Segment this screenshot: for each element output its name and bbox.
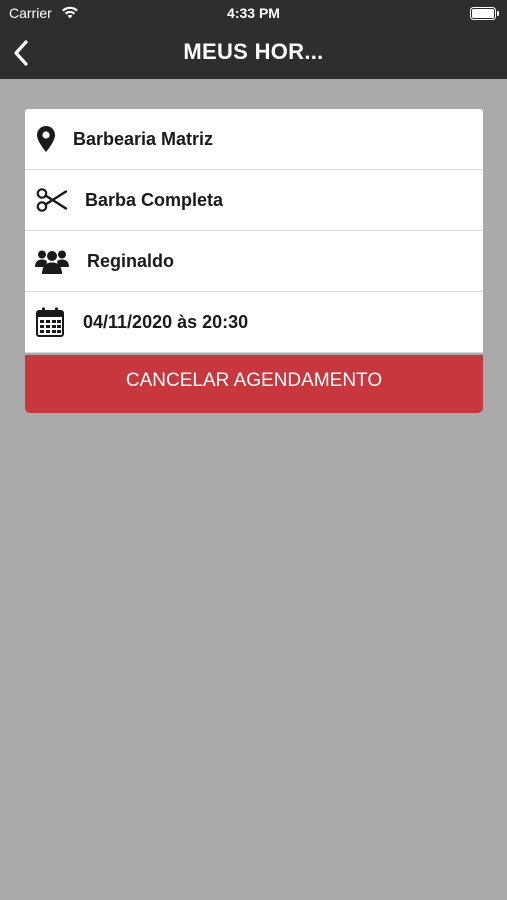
top-bar: Carrier 4:33 PM MEUS HOR...: [0, 0, 507, 79]
status-bar: Carrier 4:33 PM: [0, 0, 507, 28]
professional-label: Reginaldo: [87, 251, 175, 271]
map-pin-icon: [35, 109, 57, 169]
datetime-label: 04/11/2020 às 20:30: [83, 312, 249, 332]
location-row: Barbearia Matriz: [25, 109, 483, 170]
battery-icon: [470, 7, 499, 20]
datetime-row: 04/11/2020 às 20:30: [25, 292, 483, 353]
nav-bar: MEUS HOR...: [0, 28, 507, 79]
service-label: Barba Completa: [85, 190, 224, 210]
location-label: Barbearia Matriz: [73, 129, 214, 149]
service-row: Barba Completa: [25, 170, 483, 231]
calendar-icon: [35, 292, 65, 352]
page-title: MEUS HOR...: [183, 39, 324, 64]
appointment-card: Barbearia Matriz Barba Completa Reginald…: [25, 109, 483, 353]
users-icon: [35, 231, 69, 291]
scissors-icon: [35, 170, 69, 230]
professional-row: Reginaldo: [25, 231, 483, 292]
clock: 4:33 PM: [227, 5, 280, 21]
cancel-appointment-button[interactable]: CANCELAR AGENDAMENTO: [25, 355, 483, 413]
